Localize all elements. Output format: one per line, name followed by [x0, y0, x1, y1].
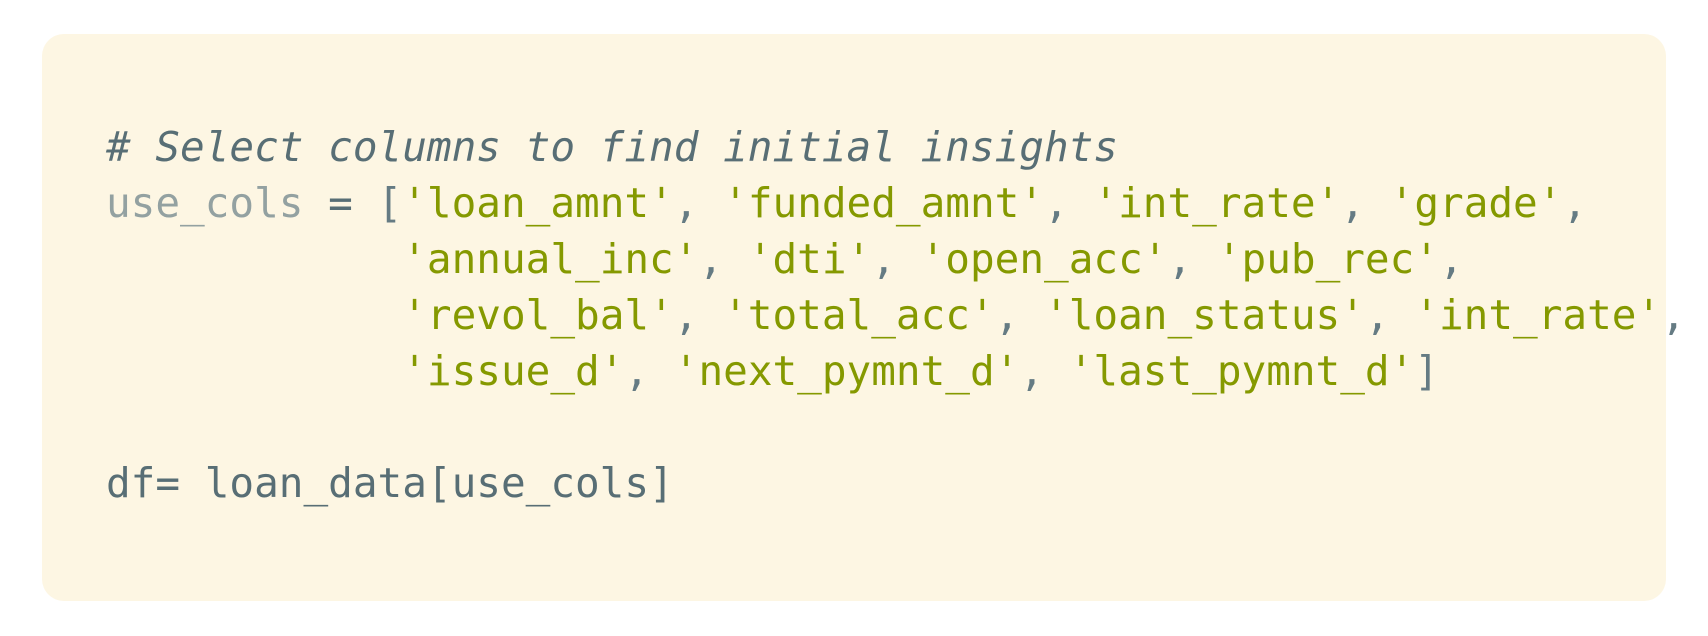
dataframe-assignment: df= loan_data[use_cols]: [106, 459, 674, 507]
comma: ,: [1364, 291, 1415, 339]
comma: ,: [1019, 347, 1069, 395]
comma: ,: [871, 235, 921, 283]
comma: ,: [1340, 179, 1390, 227]
open-bracket: [: [377, 179, 403, 227]
close-bracket: ]: [1414, 347, 1439, 395]
comma: ,: [994, 291, 1045, 339]
comma: ,: [673, 291, 724, 339]
trailing-comma: ,: [1439, 235, 1464, 283]
code-block: # Select columns to find initial insight…: [106, 119, 1686, 511]
variable-name: use_cols: [106, 179, 304, 227]
string-literal: 'grade': [1389, 179, 1563, 227]
code-comment: # Select columns to find initial insight…: [106, 123, 1119, 171]
string-literal: 'revol_bal': [402, 291, 674, 339]
string-literal: 'loan_status': [1044, 291, 1365, 339]
string-literal: 'open_acc': [920, 235, 1168, 283]
comma: ,: [1044, 179, 1094, 227]
string-literal: 'annual_inc': [402, 235, 699, 283]
comma: ,: [698, 235, 748, 283]
comma: ,: [624, 347, 674, 395]
string-literal: 'total_acc': [723, 291, 995, 339]
string-literal: 'issue_d': [402, 347, 625, 395]
string-literal: 'next_pymnt_d': [673, 347, 1020, 395]
code-line-1: use_cols = ['loan_amnt', 'funded_amnt', …: [106, 175, 1686, 231]
string-literal: 'loan_amnt': [402, 179, 674, 227]
trailing-comma: ,: [1661, 291, 1686, 339]
code-line-4: 'issue_d', 'next_pymnt_d', 'last_pymnt_d…: [106, 343, 1686, 399]
comma: ,: [673, 179, 724, 227]
code-line-2: 'annual_inc', 'dti', 'open_acc', 'pub_re…: [106, 231, 1686, 287]
assign-operator: =: [303, 179, 378, 227]
string-literal: 'pub_rec': [1216, 235, 1439, 283]
code-line-comment: # Select columns to find initial insight…: [106, 119, 1686, 175]
string-literal: 'last_pymnt_d': [1068, 347, 1415, 395]
trailing-comma: ,: [1562, 179, 1588, 227]
string-literal: 'int_rate': [1093, 179, 1341, 227]
comma: ,: [1167, 235, 1217, 283]
code-block-card: # Select columns to find initial insight…: [42, 34, 1686, 601]
string-literal: 'int_rate': [1414, 291, 1662, 339]
code-line-3: 'revol_bal', 'total_acc', 'loan_status',…: [106, 287, 1686, 343]
code-line-assignment: df= loan_data[use_cols]: [106, 455, 1686, 511]
string-literal: 'funded_amnt': [723, 179, 1045, 227]
string-literal: 'dti': [747, 235, 872, 283]
